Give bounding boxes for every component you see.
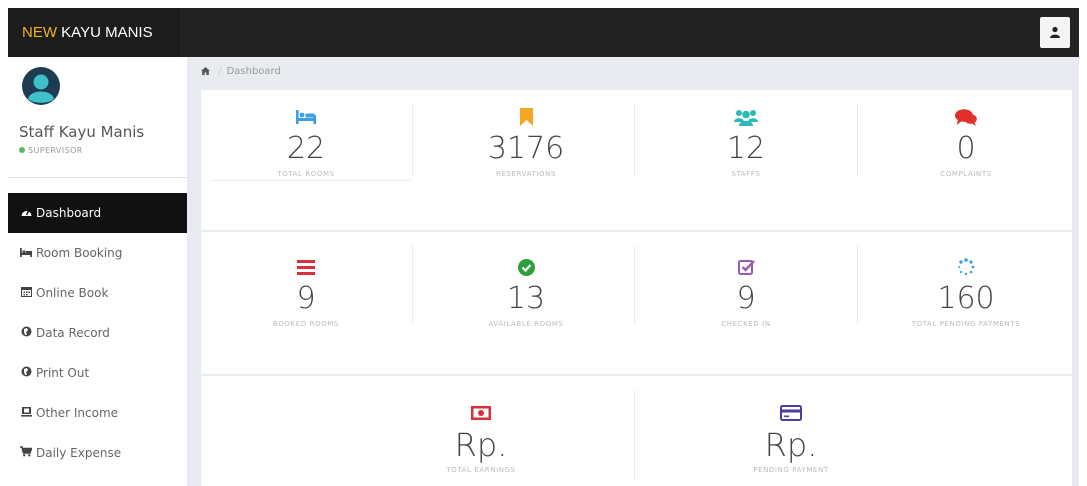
stat-reservations[interactable]: 3176 RESERVATIONS bbox=[421, 104, 631, 178]
stat-value: 3176 bbox=[487, 131, 565, 166]
dashboard-icon bbox=[19, 194, 33, 234]
check-square-icon bbox=[641, 254, 851, 280]
user-profile: Staff Kayu Manis SUPERVISOR bbox=[8, 57, 187, 178]
money-bill-icon bbox=[376, 400, 586, 426]
bed-icon bbox=[201, 104, 411, 130]
check-circle-icon bbox=[421, 254, 631, 280]
comments-icon bbox=[861, 104, 1071, 130]
brand-logo[interactable]: NEW KAYU MANIS bbox=[8, 8, 180, 57]
user-role-label: SUPERVISOR bbox=[28, 146, 83, 155]
stat-total-earnings[interactable]: Rp. TOTAL EARNINGS bbox=[376, 400, 586, 474]
stat-label: PENDING PAYMENT bbox=[753, 466, 829, 474]
sidebar-item-label: Dashboard bbox=[36, 206, 102, 220]
user-name: Staff Kayu Manis bbox=[19, 123, 145, 141]
sidebar-item-label: Room Booking bbox=[36, 246, 123, 260]
stats-panel-rooms: 9 BOOKED ROOMS 13 AVAILABLE ROOMS 9 CHEC… bbox=[201, 232, 1072, 374]
sidebar-item-label: Daily Expense bbox=[36, 446, 122, 460]
breadcrumb-current: Dashboard bbox=[226, 66, 281, 77]
sidebar-item-print-out[interactable]: Print Out bbox=[8, 353, 187, 393]
sidebar-item-online-book[interactable]: Online Book bbox=[8, 273, 187, 313]
sidebar: Staff Kayu Manis SUPERVISOR Dashboard Ro… bbox=[8, 57, 187, 486]
cart-icon bbox=[19, 434, 33, 474]
list-icon bbox=[201, 254, 411, 280]
user-role: SUPERVISOR bbox=[19, 146, 83, 155]
sidebar-item-room-booking[interactable]: Room Booking bbox=[8, 233, 187, 273]
online-status-dot bbox=[19, 147, 25, 153]
stat-pending-payment[interactable]: Rp. PENDING PAYMENT bbox=[686, 400, 896, 474]
stat-value: 9 bbox=[736, 281, 756, 316]
divider bbox=[211, 180, 411, 181]
stat-value: 160 bbox=[937, 281, 995, 316]
globe-icon bbox=[19, 314, 33, 354]
breadcrumb: / Dashboard bbox=[187, 57, 1079, 86]
sidebar-item-label: Online Book bbox=[36, 286, 109, 300]
stat-label: TOTAL PENDING PAYMENTS bbox=[911, 320, 1021, 328]
divider bbox=[412, 104, 413, 176]
brand-part1: NEW bbox=[22, 24, 57, 41]
stat-label: CHECKED IN bbox=[721, 320, 771, 328]
breadcrumb-separator: / bbox=[218, 66, 222, 77]
user-menu-button[interactable] bbox=[1040, 17, 1070, 48]
sidebar-menu: Dashboard Room Booking Online Book Data … bbox=[8, 193, 187, 473]
stat-value: 13 bbox=[506, 281, 546, 316]
stat-value: 12 bbox=[726, 131, 766, 166]
stat-label: TOTAL EARNINGS bbox=[446, 466, 516, 474]
spinner-icon bbox=[861, 254, 1071, 280]
stat-label: COMPLAINTS bbox=[940, 170, 992, 178]
stat-label: TOTAL ROOMS bbox=[277, 170, 335, 178]
sidebar-item-data-record[interactable]: Data Record bbox=[8, 313, 187, 353]
stat-booked-rooms[interactable]: 9 BOOKED ROOMS bbox=[201, 254, 411, 328]
sidebar-item-dashboard[interactable]: Dashboard bbox=[8, 193, 187, 233]
stat-label: BOOKED ROOMS bbox=[273, 320, 339, 328]
stat-value: Rp. bbox=[454, 426, 508, 464]
divider bbox=[857, 246, 858, 324]
stat-complaints[interactable]: 0 COMPLAINTS bbox=[861, 104, 1071, 178]
stats-panel-primary: 22 TOTAL ROOMS 3176 RESERVATIONS 12 STAF… bbox=[201, 90, 1072, 230]
stat-total-pending-payments[interactable]: 160 TOTAL PENDING PAYMENTS bbox=[861, 254, 1071, 328]
globe-icon bbox=[19, 354, 33, 394]
stat-total-rooms[interactable]: 22 TOTAL ROOMS bbox=[201, 104, 411, 178]
stat-label: STAFFS bbox=[731, 170, 761, 178]
avatar bbox=[22, 67, 60, 105]
stat-available-rooms[interactable]: 13 AVAILABLE ROOMS bbox=[421, 254, 631, 328]
stat-staffs[interactable]: 12 STAFFS bbox=[641, 104, 851, 178]
brand-part2: KAYU MANIS bbox=[61, 24, 153, 41]
divider bbox=[634, 104, 635, 176]
bookmark-icon bbox=[421, 104, 631, 130]
divider bbox=[634, 390, 635, 480]
calendar-icon bbox=[19, 274, 33, 314]
credit-card-icon bbox=[686, 400, 896, 426]
divider bbox=[634, 246, 635, 324]
sidebar-item-label: Data Record bbox=[36, 326, 110, 340]
money-icon bbox=[19, 394, 33, 434]
stat-label: AVAILABLE ROOMS bbox=[488, 320, 564, 328]
stat-value: 22 bbox=[286, 131, 326, 166]
sidebar-item-daily-expense[interactable]: Daily Expense bbox=[8, 433, 187, 473]
stat-value: Rp. bbox=[764, 426, 818, 464]
home-icon[interactable] bbox=[201, 66, 213, 77]
divider bbox=[412, 246, 413, 324]
sidebar-item-label: Print Out bbox=[36, 366, 90, 380]
stat-value: 0 bbox=[956, 131, 976, 166]
stat-label: RESERVATIONS bbox=[496, 170, 556, 178]
stats-panel-finance: Rp. TOTAL EARNINGS Rp. PENDING PAYMENT bbox=[201, 376, 1072, 486]
stat-value: 9 bbox=[296, 281, 316, 316]
divider bbox=[857, 104, 858, 176]
users-icon bbox=[641, 104, 851, 130]
sidebar-item-label: Other Income bbox=[36, 406, 119, 420]
bed-icon bbox=[19, 234, 33, 274]
user-icon bbox=[1050, 26, 1060, 38]
stat-checked-in[interactable]: 9 CHECKED IN bbox=[641, 254, 851, 328]
sidebar-item-other-income[interactable]: Other Income bbox=[8, 393, 187, 433]
top-navbar: NEW KAYU MANIS bbox=[8, 8, 1079, 57]
app-window: NEW KAYU MANIS Staff Kayu Manis SUPERVIS… bbox=[8, 8, 1079, 486]
